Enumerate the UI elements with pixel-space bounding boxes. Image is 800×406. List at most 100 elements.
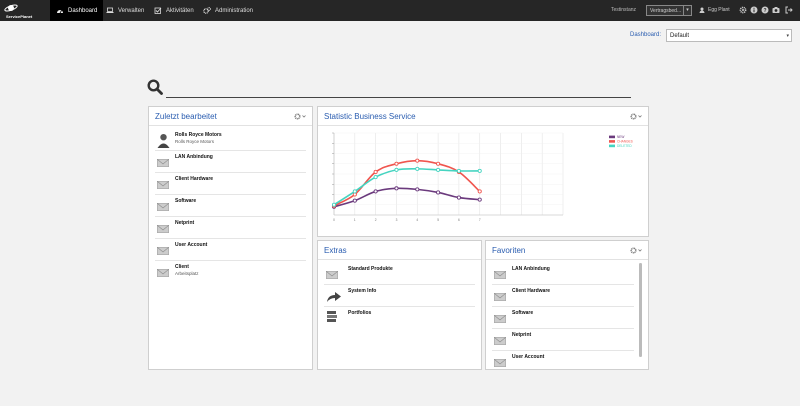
x-tick-label: 1	[354, 218, 356, 222]
recent-item-title: Software	[175, 198, 197, 204]
share-arrow-icon	[327, 292, 341, 302]
search-icon[interactable]	[147, 79, 163, 95]
recent-item[interactable]: User Account	[155, 239, 306, 261]
gear-icon[interactable]	[739, 6, 747, 14]
x-tick-label: 4	[416, 218, 418, 222]
data-point-new	[436, 190, 441, 195]
data-point-new	[456, 195, 461, 200]
favorites-item-title: Client Hardware	[512, 288, 551, 294]
statistic-line-chart: 0 1 2 3 4 5 6 7 NEWCHANGESDELETED	[331, 132, 633, 222]
recent-item[interactable]: Client Hardware	[155, 173, 306, 195]
top-navbar: ServicePlanet Dashboard Verwalten Aktivi…	[0, 0, 800, 21]
favorites-item[interactable]: LAN Anbindung	[492, 263, 634, 285]
brand-logo[interactable]: ServicePlanet	[2, 2, 48, 19]
chevron-down-icon: ▾	[683, 6, 691, 15]
search-input[interactable]	[166, 80, 631, 98]
nav-verwalten[interactable]: Verwalten	[100, 0, 150, 21]
favorites-item-title: LAN Anbindung	[512, 266, 550, 272]
envelope-icon	[494, 293, 506, 301]
panel-divider	[149, 125, 312, 126]
recent-item[interactable]: Software	[155, 195, 306, 217]
panel-settings-icon[interactable]	[630, 247, 642, 254]
favorites-item[interactable]: Software	[492, 307, 634, 329]
favorites-item[interactable]: Netprint	[492, 329, 634, 351]
data-point-changes	[373, 169, 378, 175]
nav-administration[interactable]: Administration	[197, 0, 259, 21]
favorites-item[interactable]: Client Hardware	[492, 285, 634, 307]
data-point-changes	[415, 158, 420, 163]
checkbox-icon	[154, 7, 162, 14]
extras-item[interactable]: Standard Produkte	[324, 263, 475, 285]
recent-item-title: Client	[175, 264, 189, 270]
envelope-icon	[157, 247, 169, 255]
recent-item[interactable]: Netprint	[155, 217, 306, 239]
envelope-icon	[494, 359, 506, 367]
extras-item[interactable]: Portfolios	[324, 307, 475, 329]
favorites-item-title: Software	[512, 310, 534, 316]
envelope-icon	[157, 159, 169, 167]
data-point-new	[352, 198, 357, 203]
recent-item[interactable]: Rolls Royce Motors Rolls Royce Motors	[155, 129, 306, 151]
data-point-deleted	[456, 168, 461, 173]
x-tick-label: 0	[333, 218, 335, 222]
nav-aktivitaeten[interactable]: Aktivitäten	[148, 0, 200, 21]
user-menu[interactable]: Egg Plant	[699, 7, 730, 13]
recent-item-title: Netprint	[175, 220, 195, 226]
dashboard-label: Dashboard:	[630, 32, 662, 38]
panel-divider	[318, 259, 481, 260]
user-name: Egg Plant	[708, 7, 730, 13]
person-icon	[157, 134, 170, 148]
legend-label: CHANGES	[617, 140, 633, 144]
favorites-item[interactable]: User Account	[492, 351, 634, 369]
panel-settings-icon[interactable]	[630, 113, 642, 120]
envelope-icon	[157, 203, 169, 211]
recent-item[interactable]: LAN Anbindung	[155, 151, 306, 173]
dashboard-icon	[57, 10, 63, 14]
laptop-icon	[106, 7, 114, 13]
extras-item-title: System Info	[348, 288, 377, 294]
nav-dashboard-label: Dashboard	[68, 7, 98, 14]
data-point-deleted	[436, 167, 441, 172]
help-icon[interactable]: ?	[761, 6, 769, 14]
camera-icon[interactable]	[772, 6, 780, 14]
data-point-new	[415, 187, 420, 192]
panel-settings-icon[interactable]	[294, 113, 306, 120]
legend-label: NEW	[617, 135, 624, 139]
legend-swatch	[609, 140, 615, 143]
nav-verwalten-label: Verwalten	[118, 7, 145, 14]
envelope-icon	[494, 337, 506, 345]
data-point-deleted	[352, 189, 357, 194]
data-point-changes	[436, 161, 441, 166]
info-icon[interactable]	[750, 6, 758, 14]
nav-administration-label: Administration	[215, 7, 254, 14]
favorites-scrollbar[interactable]	[639, 263, 642, 357]
x-tick-label: 7	[479, 218, 481, 222]
extras-panel-title: Extras	[324, 246, 347, 255]
logout-icon[interactable]	[785, 6, 793, 14]
envelope-icon	[326, 271, 338, 279]
dashboard-select-value: Default	[670, 33, 690, 39]
envelope-icon	[494, 271, 506, 279]
contract-select[interactable]: Vertragsbed... ▾	[646, 5, 692, 16]
data-point-deleted	[394, 167, 399, 172]
brand-name: ServicePlanet	[6, 14, 33, 19]
data-point-changes	[394, 161, 399, 166]
nav-dashboard[interactable]: Dashboard	[50, 0, 104, 21]
extras-item-title: Portfolios	[348, 310, 372, 316]
instance-label: Testinstanz	[611, 7, 637, 13]
envelope-icon	[157, 269, 169, 277]
x-tick-label: 3	[396, 218, 398, 222]
recent-item-title: LAN Anbindung	[175, 154, 213, 160]
data-point-deleted	[477, 168, 482, 173]
x-tick-label: 6	[458, 218, 460, 222]
dashboard-select[interactable]: Default ▾	[666, 29, 792, 42]
legend-swatch	[609, 135, 615, 139]
extras-item[interactable]: System Info	[324, 285, 475, 307]
data-point-deleted	[331, 202, 337, 207]
scrollbar-thumb[interactable]	[639, 263, 642, 357]
recent-item[interactable]: Client Arbeitsplatz	[155, 261, 306, 283]
data-point-deleted	[373, 175, 378, 180]
recent-panel-title: Zuletzt bearbeitet	[155, 112, 217, 121]
svg-text:?: ?	[763, 8, 766, 14]
recent-item-title: Rolls Royce Motors	[175, 132, 222, 138]
